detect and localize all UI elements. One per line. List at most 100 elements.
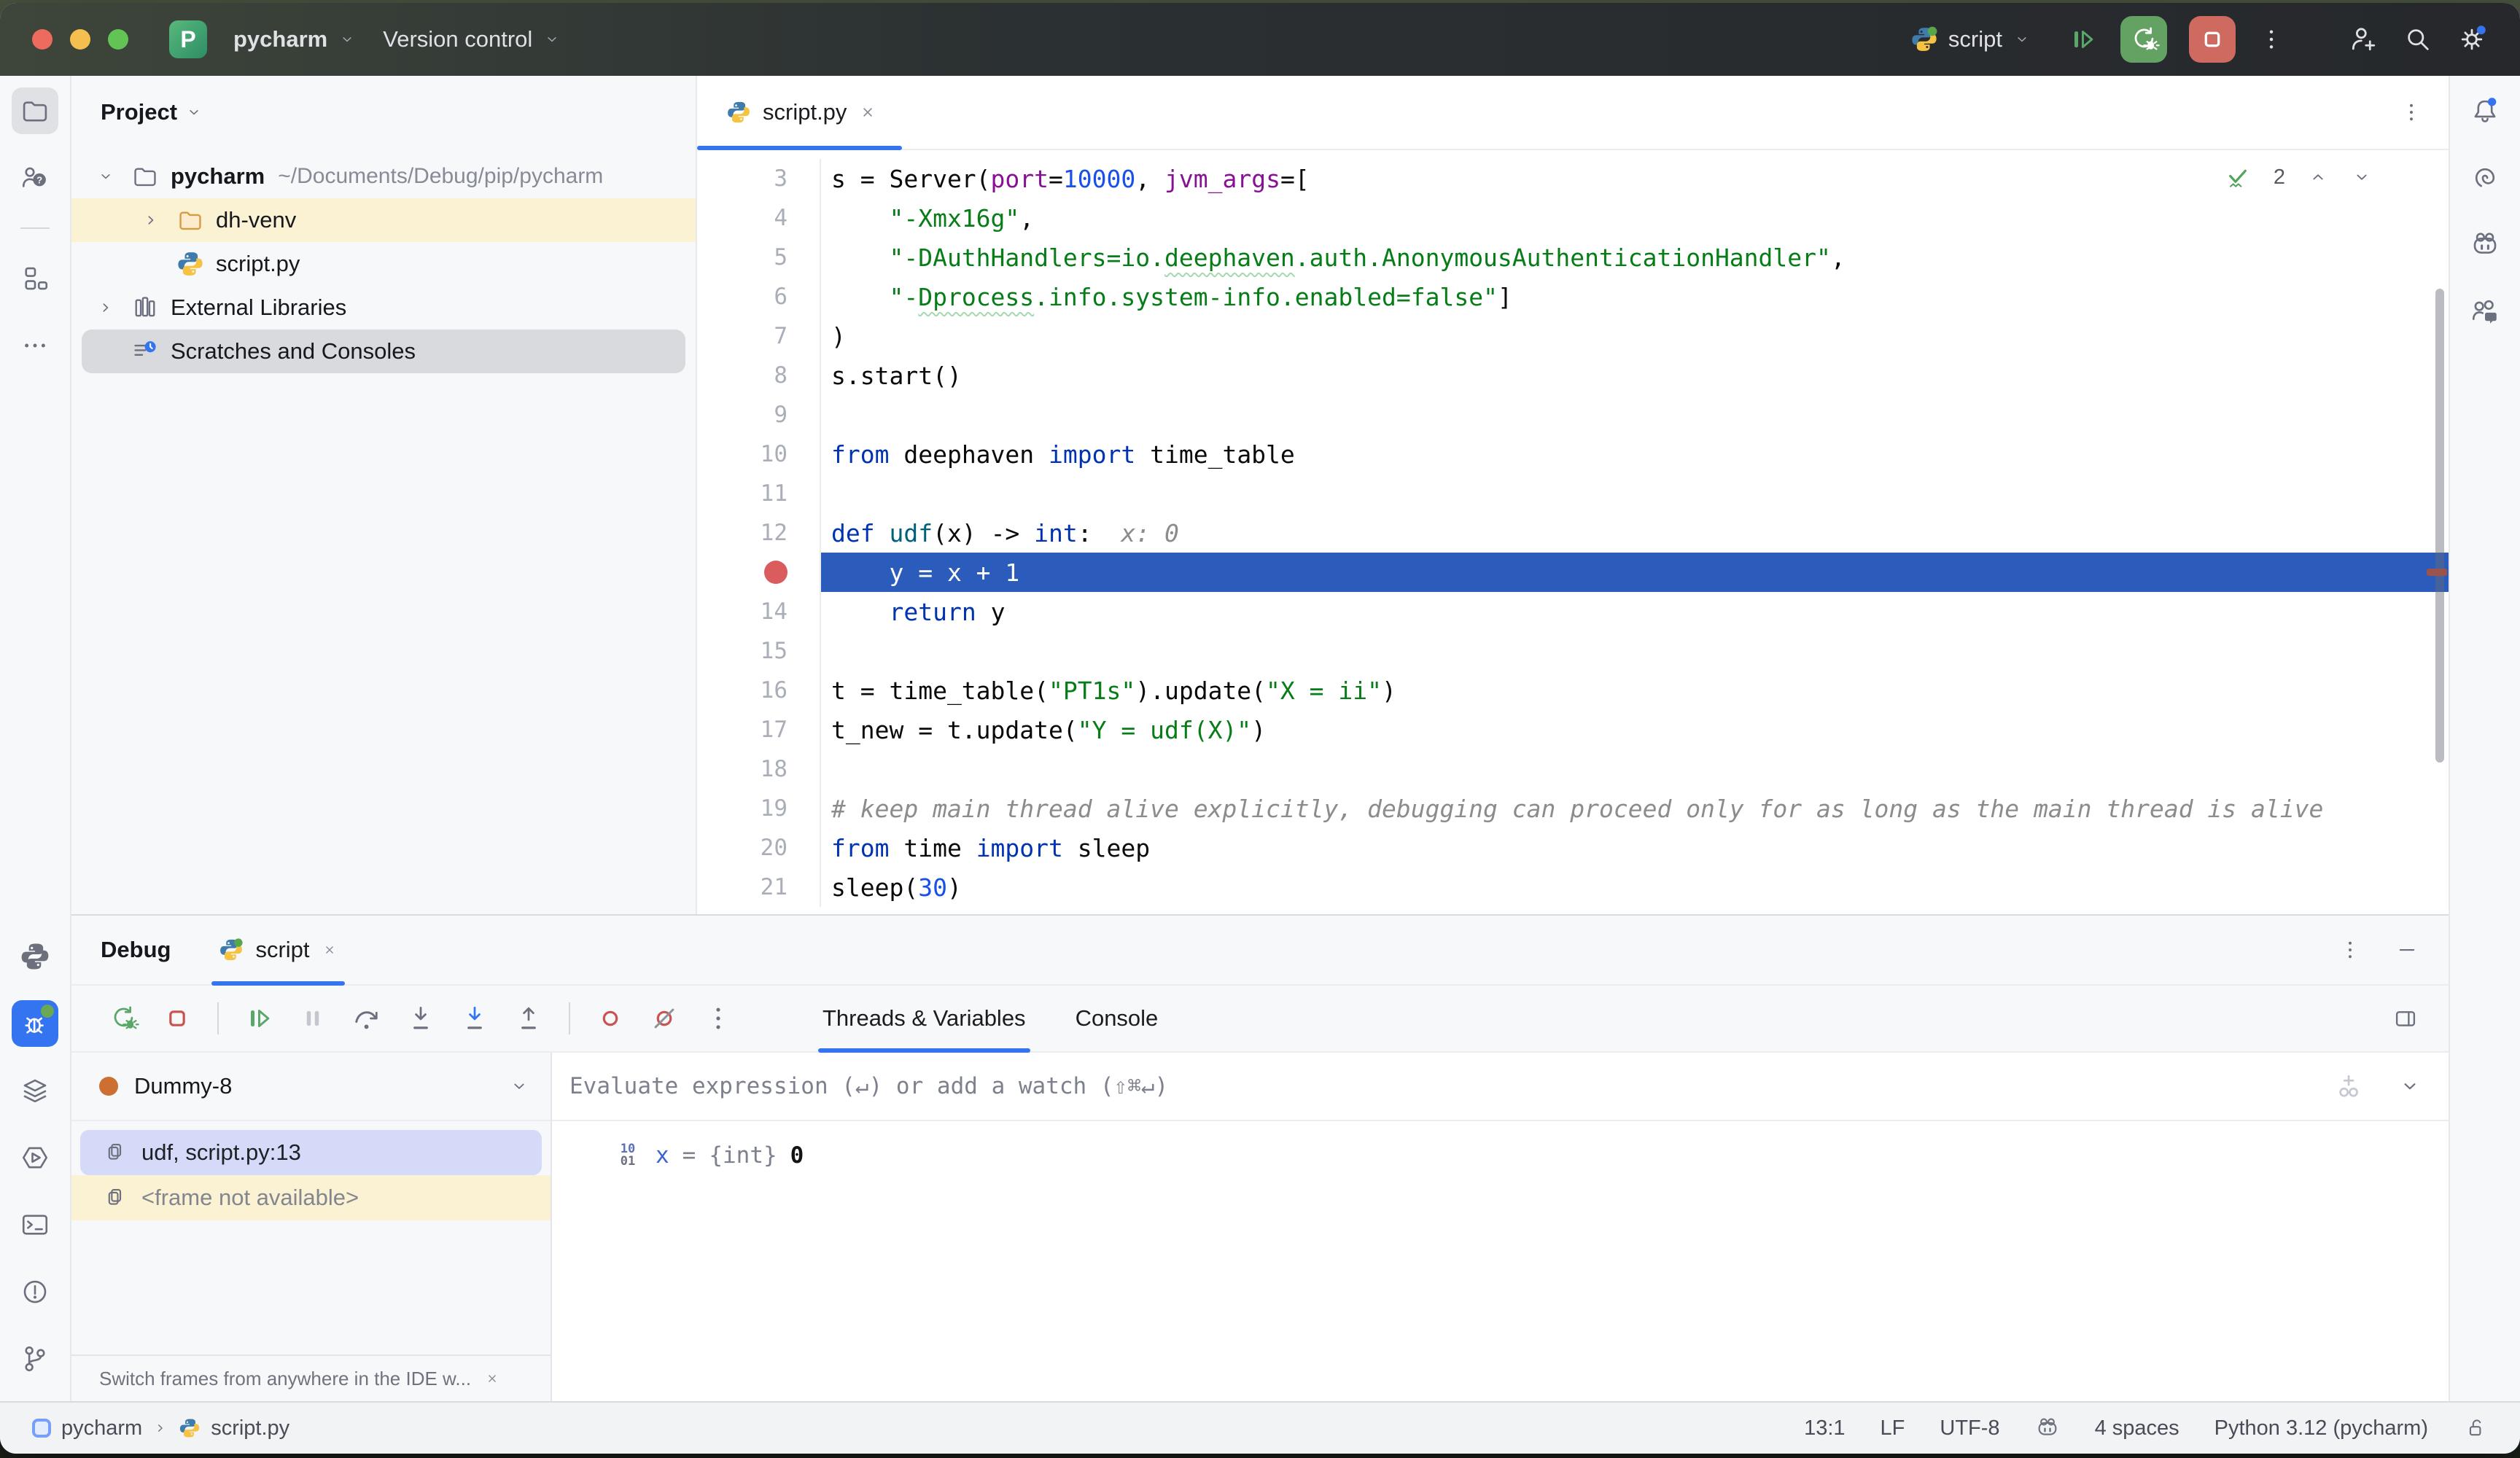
mute-breakpoints-button[interactable] xyxy=(645,999,684,1038)
project-widget[interactable]: pycharm xyxy=(220,16,370,63)
tool-button-structure[interactable] xyxy=(12,255,58,302)
gutter-line-5[interactable]: 5 xyxy=(697,244,820,270)
tool-button-notifications[interactable] xyxy=(2462,87,2508,134)
code-text[interactable] xyxy=(820,749,2449,789)
stop-button[interactable] xyxy=(2189,16,2236,63)
tool-button-python-packages[interactable] xyxy=(12,933,58,980)
status-caret-position[interactable]: 13:1 xyxy=(1804,1416,1845,1441)
tool-button-run[interactable] xyxy=(12,1134,58,1181)
gutter-line-15[interactable]: 15 xyxy=(697,638,820,664)
execution-line[interactable]: y = x + 1 xyxy=(697,553,2449,592)
status-file-encoding[interactable]: UTF-8 xyxy=(1940,1416,1999,1441)
code-line-15[interactable]: 15 xyxy=(697,631,2449,671)
search-everywhere-icon[interactable] xyxy=(2402,23,2434,55)
chevron-right[interactable] xyxy=(96,298,131,317)
zoom-window-button[interactable] xyxy=(108,29,128,50)
chevron-down-icon[interactable] xyxy=(2398,1074,2422,1099)
hide-panel-icon[interactable] xyxy=(2395,937,2419,962)
tool-button-problems[interactable] xyxy=(12,1268,58,1315)
code-text[interactable]: def udf(x) -> int: x: 0 xyxy=(820,513,2449,553)
resume-program-icon[interactable] xyxy=(2066,23,2099,55)
vcs-widget[interactable]: Version control xyxy=(370,16,575,63)
gutter-line-12[interactable]: 12 xyxy=(697,520,820,546)
gutter-line-14[interactable]: 14 xyxy=(697,599,820,625)
gutter-line-16[interactable]: 16 xyxy=(697,677,820,703)
gutter-line-13[interactable] xyxy=(697,561,820,584)
tool-button-debug[interactable] xyxy=(12,1000,58,1047)
tool-button-services[interactable] xyxy=(12,1067,58,1114)
code-text[interactable] xyxy=(820,395,2449,434)
code-line-18[interactable]: 18 xyxy=(697,749,2449,789)
gutter-line-3[interactable]: 3 xyxy=(697,165,820,192)
code-text[interactable]: t = time_table("PT1s").update("X = ii") xyxy=(820,671,2449,710)
code-text[interactable]: # keep main thread alive explicitly, deb… xyxy=(820,789,2449,828)
breadcrumb-file[interactable]: script.py xyxy=(211,1416,289,1441)
step-out-button[interactable] xyxy=(509,999,548,1038)
code-text[interactable] xyxy=(820,474,2449,513)
close-window-button[interactable] xyxy=(32,29,52,50)
project-panel-title[interactable]: Project xyxy=(101,99,177,125)
tool-button-learn[interactable]: ? xyxy=(12,155,58,201)
close-icon[interactable] xyxy=(484,1371,500,1387)
tool-button-project[interactable] xyxy=(12,87,58,134)
tool-button-terminal[interactable] xyxy=(12,1201,58,1248)
debug-options-icon[interactable] xyxy=(2338,937,2362,962)
next-problem-icon[interactable] xyxy=(2351,166,2373,188)
evaluate-expression-field[interactable]: Evaluate expression (↵) or add a watch (… xyxy=(552,1053,2449,1121)
view-breakpoints-button[interactable] xyxy=(591,999,630,1038)
stop-button[interactable] xyxy=(158,999,197,1038)
code-text[interactable]: t_new = t.update("Y = udf(X)") xyxy=(820,710,2449,749)
gutter-line-8[interactable]: 8 xyxy=(697,362,820,389)
status-indent-style[interactable]: 4 spaces xyxy=(2095,1416,2179,1441)
code-line-6[interactable]: 6 "-Dprocess.info.system-info.enabled=fa… xyxy=(697,277,2449,316)
resume-program-button[interactable] xyxy=(239,999,279,1038)
gutter-line-17[interactable]: 17 xyxy=(697,717,820,743)
prev-problem-icon[interactable] xyxy=(2307,166,2329,188)
tree-item-dh-venv[interactable]: dh-venv xyxy=(71,198,696,242)
code-text[interactable] xyxy=(820,631,2449,671)
pause-program-button[interactable] xyxy=(293,999,332,1038)
code-line-3[interactable]: 3s = Server(port=10000, jvm_args=[ xyxy=(697,159,2449,198)
gutter-line-18[interactable]: 18 xyxy=(697,756,820,782)
code-line-4[interactable]: 4 "-Xmx16g", xyxy=(697,198,2449,238)
code-text[interactable]: ) xyxy=(820,316,2449,356)
status-ai-status[interactable] xyxy=(2035,1416,2060,1441)
code-text[interactable]: "-DAuthHandlers=io.deephaven.auth.Anonym… xyxy=(820,238,2449,277)
tool-button-version-control[interactable] xyxy=(12,1336,58,1382)
more-actions-icon[interactable] xyxy=(2258,26,2285,53)
code-text[interactable]: s = Server(port=10000, jvm_args=[ xyxy=(820,159,2449,198)
add-user-icon[interactable] xyxy=(2348,23,2380,55)
tab-threads-variables[interactable]: Threads & Variables xyxy=(818,986,1030,1051)
tool-button-code-with-me[interactable] xyxy=(2462,289,2508,335)
code-line-5[interactable]: 5 "-DAuthHandlers=io.deephaven.auth.Anon… xyxy=(697,238,2449,277)
step-over-button[interactable] xyxy=(347,999,386,1038)
gutter-line-7[interactable]: 7 xyxy=(697,323,820,349)
code-text[interactable]: "-Dprocess.info.system-info.enabled=fals… xyxy=(820,277,2449,316)
code-text[interactable]: "-Xmx16g", xyxy=(820,198,2449,238)
inspections-widget[interactable]: 2 xyxy=(2224,163,2373,191)
code-line-21[interactable]: 21sleep(30) xyxy=(697,868,2449,907)
code-line-10[interactable]: 10from deephaven import time_table xyxy=(697,434,2449,474)
thread-selector[interactable]: Dummy-8 xyxy=(71,1053,551,1121)
code-area[interactable]: 3s = Server(port=10000, jvm_args=[4 "-Xm… xyxy=(697,150,2449,914)
more-button[interactable] xyxy=(699,999,738,1038)
status-write-access[interactable] xyxy=(2463,1416,2488,1441)
gutter-line-20[interactable]: 20 xyxy=(697,835,820,861)
status-interpreter[interactable]: Python 3.12 (pycharm) xyxy=(2214,1416,2428,1441)
tool-button-ai-assistant[interactable] xyxy=(2462,155,2508,201)
gutter-line-21[interactable]: 21 xyxy=(697,874,820,900)
code-text[interactable]: sleep(30) xyxy=(820,868,2449,907)
gutter-line-10[interactable]: 10 xyxy=(697,441,820,467)
gutter-line-11[interactable]: 11 xyxy=(697,480,820,507)
editor-options-icon[interactable] xyxy=(2399,100,2424,125)
breakpoint-dot[interactable] xyxy=(764,561,788,584)
debug-session-tab[interactable]: script xyxy=(211,916,344,984)
tree-item-external-libraries[interactable]: External Libraries xyxy=(71,286,696,330)
step-into-button[interactable] xyxy=(401,999,440,1038)
code-line-14[interactable]: 14 return y xyxy=(697,592,2449,631)
tool-button-coding-agent[interactable] xyxy=(2462,222,2508,268)
chevron-right[interactable] xyxy=(141,211,176,230)
status-line-separator[interactable]: LF xyxy=(1881,1416,1905,1441)
code-line-8[interactable]: 8s.start() xyxy=(697,356,2449,395)
code-text[interactable]: return y xyxy=(820,592,2449,631)
